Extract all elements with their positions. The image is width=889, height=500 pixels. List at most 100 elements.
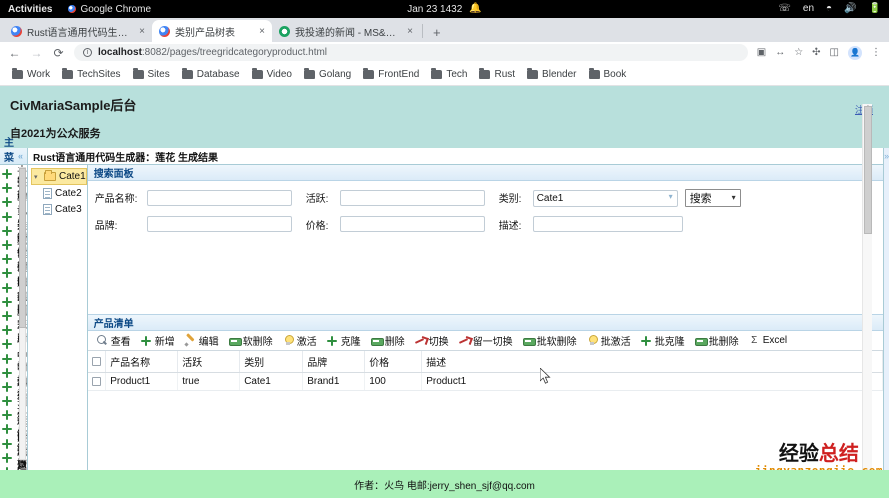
expand-triangle-icon[interactable]: ▾ — [34, 173, 41, 181]
button-label: 新增 — [154, 337, 175, 348]
select-all-checkbox[interactable] — [91, 356, 101, 366]
add-button[interactable]: 新增 — [136, 333, 180, 348]
new-tab-button[interactable]: + — [425, 25, 449, 42]
keep-one-toggle-button[interactable]: 留一切换 — [454, 333, 518, 348]
main-menu-scrollbar-thumb[interactable] — [19, 168, 26, 328]
bookmark-item[interactable]: Sites — [129, 68, 174, 81]
clock-area[interactable]: Jan 23 1432 🔔 — [407, 4, 482, 15]
field-label: 产品名称: — [94, 194, 138, 205]
price-input[interactable] — [339, 216, 485, 232]
batch-delete-button[interactable]: 批删除 — [690, 333, 744, 348]
site-info-icon[interactable]: i — [83, 48, 92, 57]
activate-button[interactable]: 激活 — [278, 333, 322, 348]
chevron-right-icon[interactable]: » — [884, 151, 889, 470]
cell-active: true — [177, 372, 241, 391]
bookmark-star-icon[interactable]: ☆ — [794, 47, 803, 58]
bookmark-item[interactable]: Rust — [475, 68, 519, 81]
reload-icon[interactable]: ⟳ — [52, 46, 65, 60]
active-input[interactable] — [339, 189, 485, 206]
toggle-button[interactable]: 切换 — [410, 333, 454, 348]
category-tree-panel: ▾ Cate1 Cate2 Cate3 — [28, 165, 88, 470]
column-header-product-name[interactable]: 产品名称 — [105, 351, 179, 373]
tree-node-cate1[interactable]: ▾ Cate1 — [31, 168, 87, 185]
main-menu-scroll-area[interactable]: 主页 奖金 考勤记录 雇员类型 罚款 请假 剩余假期 假期限额 请假类型 主题 … — [0, 165, 27, 470]
browser-tab[interactable]: 我投递的新闻 - MS&A(M… × — [272, 20, 420, 42]
soft-delete-button[interactable]: 软删除 — [224, 333, 278, 348]
keyboard-layout-label[interactable]: en — [803, 4, 814, 14]
brand-input[interactable] — [146, 216, 292, 232]
active-app-indicator[interactable]: Google Chrome — [68, 4, 151, 15]
address-bar[interactable]: i localhost:8082/pages/treegridcategoryp… — [74, 44, 748, 61]
bookmark-label: Sites — [147, 69, 170, 80]
bookmark-item[interactable]: TechSites — [58, 68, 124, 81]
clone-button[interactable]: 克隆 — [322, 333, 366, 348]
column-header-category[interactable]: 类别 — [239, 351, 304, 373]
minus-icon — [370, 335, 384, 346]
search-row-2: 品牌: 价格: 描述: — [88, 216, 883, 232]
volume-icon[interactable]: 🔊 — [844, 4, 856, 14]
product-name-input[interactable] — [146, 189, 292, 206]
plus-icon — [141, 335, 152, 346]
row-select-cell[interactable] — [87, 372, 107, 391]
bookmark-item[interactable]: Blender — [523, 68, 580, 81]
field-brand: 品牌: — [95, 216, 292, 232]
share-icon[interactable]: ↔ — [775, 47, 785, 58]
chrome-menu-icon[interactable]: ⋮ — [871, 47, 881, 58]
tree-node-cate2[interactable]: Cate2 — [31, 185, 87, 201]
view-button[interactable]: 查看 — [92, 333, 136, 348]
plus-icon — [2, 268, 12, 279]
accessibility-icon[interactable]: ☏ — [778, 4, 791, 14]
scroll-down-icon[interactable]: ▼ — [17, 461, 26, 470]
activities-button[interactable]: Activities — [8, 4, 52, 15]
power-icon[interactable]: 🔋 — [869, 4, 881, 14]
tab-close-icon[interactable]: × — [407, 26, 413, 37]
browser-tab-active[interactable]: 类别产品树表 × — [152, 20, 272, 42]
column-header-active[interactable]: 活跃 — [177, 351, 241, 373]
wifi-icon[interactable]: ◓ — [826, 4, 832, 14]
qr-share-icon[interactable]: ▣ — [757, 47, 766, 58]
forward-icon[interactable]: → — [30, 46, 43, 60]
category-select[interactable]: Cate1 — [532, 190, 678, 207]
file-icon — [43, 187, 52, 199]
row-checkbox[interactable] — [91, 376, 101, 386]
tree-node-label: Cate3 — [55, 203, 82, 215]
profile-avatar-icon[interactable]: 👤 — [848, 45, 862, 60]
bookmark-item[interactable]: Database — [178, 68, 244, 81]
bookmark-item[interactable]: Golang — [300, 68, 355, 81]
export-excel-button[interactable]: Σ Excel — [744, 335, 792, 346]
bookmark-label: Tech — [446, 69, 468, 80]
system-status-area[interactable]: ☏ en ◓ 🔊 🔋 — [778, 4, 881, 14]
field-price: 价格: — [306, 216, 485, 232]
bookmark-item[interactable]: Work — [8, 68, 54, 81]
tab-close-icon[interactable]: × — [259, 26, 265, 37]
description-input[interactable] — [532, 216, 683, 232]
column-header-price[interactable]: 价格 — [364, 351, 423, 373]
column-header-brand[interactable]: 品牌 — [302, 351, 366, 373]
button-label: 批删除 — [708, 337, 739, 348]
delete-button[interactable]: 删除 — [366, 333, 410, 348]
back-icon[interactable]: ← — [8, 46, 21, 60]
chevron-down-icon[interactable]: ▾ — [732, 193, 736, 202]
tree-node-cate3[interactable]: Cate3 — [31, 201, 87, 217]
page-vertical-scrollbar-thumb[interactable] — [864, 106, 872, 234]
bookmark-item[interactable]: Tech — [427, 68, 471, 81]
extensions-puzzle-icon[interactable]: ✣ — [812, 47, 820, 58]
batch-activate-button[interactable]: 批激活 — [582, 333, 636, 348]
bookmark-item[interactable]: FrontEnd — [359, 68, 423, 81]
tab-close-icon[interactable]: × — [139, 26, 145, 37]
browser-tab[interactable]: Rust语言通用代码生成器 × — [4, 20, 152, 42]
bookmark-item[interactable]: Book — [585, 68, 631, 81]
chevron-left-icon[interactable]: « — [18, 151, 23, 161]
search-button[interactable]: 搜索 ▾ — [684, 188, 741, 207]
bookmark-item[interactable]: Video — [248, 68, 296, 81]
batch-clone-button[interactable]: 批克隆 — [636, 333, 690, 348]
batch-soft-delete-button[interactable]: 批软删除 — [518, 333, 582, 348]
edit-button[interactable]: 编辑 — [180, 333, 224, 348]
column-header-description[interactable]: 描述 — [421, 351, 884, 373]
page-vertical-scrollbar[interactable]: ▲ ▼ — [862, 104, 872, 487]
field-label: 价格: — [305, 220, 329, 232]
right-side-panel[interactable]: » — [883, 148, 889, 470]
table-row[interactable]: Product1 true Cate1 Brand1 100 Product1 — [87, 372, 884, 391]
side-panel-icon[interactable]: ◫ — [830, 47, 839, 58]
select-all-header[interactable] — [87, 351, 107, 373]
